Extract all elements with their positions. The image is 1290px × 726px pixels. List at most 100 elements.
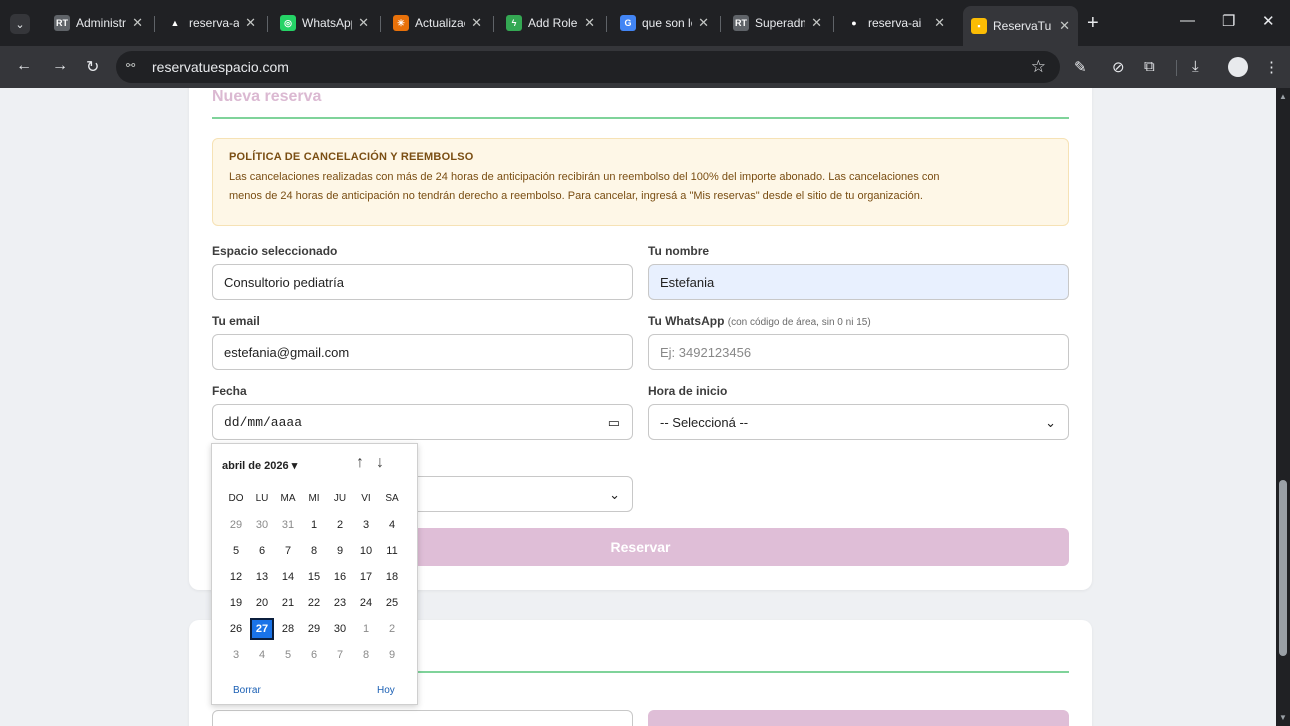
calendar-day[interactable]: 4 bbox=[380, 514, 404, 536]
browser-tab[interactable]: ✳ Actualizac ✕ bbox=[385, 8, 490, 38]
calendar-icon[interactable]: ▭ bbox=[608, 415, 620, 431]
month-selector[interactable]: abril de 2026 ▾ bbox=[222, 459, 297, 472]
calendar-day[interactable]: 22 bbox=[302, 592, 326, 614]
calendar-day[interactable]: 11 bbox=[380, 540, 404, 562]
browser-toolbar: ← → ↻ ⚯ reservatuespacio.com ☆ ✎ ⊘ ⧉ ⤓ ⋮ bbox=[0, 46, 1290, 88]
scroll-up-icon[interactable]: ▲ bbox=[1279, 92, 1287, 101]
espacio-field[interactable]: Consultorio pediatría bbox=[212, 264, 633, 300]
calendar-day[interactable]: 18 bbox=[380, 566, 404, 588]
tab-favicon-icon: ● bbox=[846, 15, 862, 31]
calendar-day[interactable]: 29 bbox=[224, 514, 248, 536]
browser-tab[interactable]: RT Superadm ✕ bbox=[725, 8, 830, 38]
nombre-input[interactable]: Estefania bbox=[648, 264, 1069, 300]
calendar-day[interactable]: 8 bbox=[302, 540, 326, 562]
calendar-day[interactable]: 3 bbox=[224, 644, 248, 666]
today-button[interactable]: Hoy bbox=[377, 685, 395, 696]
browser-tab[interactable]: RT Administr ✕ bbox=[46, 8, 151, 38]
calendar-day-selected[interactable]: 27 bbox=[250, 618, 274, 640]
calendar-day[interactable]: 12 bbox=[224, 566, 248, 588]
calendar-day[interactable]: 5 bbox=[224, 540, 248, 562]
calendar-day[interactable]: 28 bbox=[276, 618, 300, 640]
tab-search-chevron-icon[interactable]: ⌄ bbox=[10, 14, 30, 34]
back-icon[interactable]: ← bbox=[16, 57, 32, 75]
reload-icon[interactable]: ↻ bbox=[86, 57, 99, 77]
compass-icon[interactable]: ⊘ bbox=[1112, 58, 1125, 76]
calendar-day[interactable]: 30 bbox=[328, 618, 352, 640]
close-tab-icon[interactable]: ✕ bbox=[245, 15, 256, 31]
calendar-day[interactable]: 25 bbox=[380, 592, 404, 614]
calendar-day[interactable]: 9 bbox=[380, 644, 404, 666]
browser-tab[interactable]: ϟ Add Role ✕ bbox=[498, 8, 603, 38]
close-tab-icon[interactable]: ✕ bbox=[584, 15, 595, 31]
calendar-day[interactable]: 8 bbox=[354, 644, 378, 666]
calendar-day[interactable]: 30 bbox=[250, 514, 274, 536]
clear-date-button[interactable]: Borrar bbox=[233, 685, 261, 696]
close-window-icon[interactable]: ✕ bbox=[1262, 12, 1275, 30]
calendar-day[interactable]: 21 bbox=[276, 592, 300, 614]
calendar-day[interactable]: 9 bbox=[328, 540, 352, 562]
calendar-day[interactable]: 1 bbox=[354, 618, 378, 640]
close-tab-icon[interactable]: ✕ bbox=[934, 15, 945, 31]
tab-title: reserva-ai bbox=[868, 16, 922, 30]
close-tab-icon[interactable]: ✕ bbox=[132, 15, 143, 31]
page-scrollbar[interactable]: ▲ ▼ bbox=[1276, 88, 1290, 726]
calendar-day[interactable]: 7 bbox=[276, 540, 300, 562]
calendar-day[interactable]: 15 bbox=[302, 566, 326, 588]
calendar-day[interactable]: 2 bbox=[380, 618, 404, 640]
calendar-day[interactable]: 1 bbox=[302, 514, 326, 536]
calendar-day[interactable]: 5 bbox=[276, 644, 300, 666]
new-tab-button[interactable]: + bbox=[1087, 12, 1099, 35]
close-tab-icon[interactable]: ✕ bbox=[811, 15, 822, 31]
next-month-icon[interactable]: ↓ bbox=[376, 454, 396, 471]
browser-tab[interactable]: ● reserva-ai ✕ bbox=[838, 8, 953, 38]
calendar-day[interactable]: 2 bbox=[328, 514, 352, 536]
calendar-day[interactable]: 20 bbox=[250, 592, 274, 614]
previous-month-icon[interactable]: ↑ bbox=[356, 454, 376, 471]
site-info-icon[interactable]: ⚯ bbox=[126, 59, 148, 75]
close-tab-icon[interactable]: ✕ bbox=[358, 15, 369, 31]
second-card-field[interactable] bbox=[212, 710, 633, 726]
close-tab-icon[interactable]: ✕ bbox=[1059, 18, 1070, 34]
calendar-day[interactable]: 24 bbox=[354, 592, 378, 614]
restore-icon[interactable]: ❐ bbox=[1222, 12, 1235, 30]
calendar-day[interactable]: 31 bbox=[276, 514, 300, 536]
second-card-button[interactable] bbox=[648, 710, 1069, 726]
menu-icon[interactable]: ⋮ bbox=[1264, 58, 1279, 76]
calendar-day[interactable]: 19 bbox=[224, 592, 248, 614]
browser-tab[interactable]: ▪ ReservaTu ✕ bbox=[963, 6, 1078, 46]
calendar-day[interactable]: 14 bbox=[276, 566, 300, 588]
scroll-thumb[interactable] bbox=[1279, 480, 1287, 656]
calendar-day[interactable]: 23 bbox=[328, 592, 352, 614]
eyedropper-icon[interactable]: ✎ bbox=[1074, 58, 1087, 76]
whatsapp-input[interactable]: Ej: 3492123456 bbox=[648, 334, 1069, 370]
scroll-down-icon[interactable]: ▼ bbox=[1279, 713, 1287, 722]
fecha-input[interactable]: dd/mm/aaaa ▭ bbox=[212, 404, 633, 440]
calendar-day[interactable]: 17 bbox=[354, 566, 378, 588]
forward-icon[interactable]: → bbox=[52, 57, 68, 75]
calendar-day[interactable]: 6 bbox=[302, 644, 326, 666]
browser-tab[interactable]: ◎ WhatsApp ✕ bbox=[272, 8, 377, 38]
hora-select[interactable]: -- Seleccioná -- ⌄ bbox=[648, 404, 1069, 440]
calendar-day[interactable]: 10 bbox=[354, 540, 378, 562]
browser-tab[interactable]: ▲ reserva-ai ✕ bbox=[159, 8, 264, 38]
minimize-icon[interactable]: — bbox=[1180, 12, 1195, 29]
browser-tab[interactable]: Gque son lo ✕ bbox=[612, 8, 717, 38]
calendar-day[interactable]: 16 bbox=[328, 566, 352, 588]
calendar-day[interactable]: 29 bbox=[302, 618, 326, 640]
profile-avatar[interactable] bbox=[1228, 57, 1248, 77]
calendar-day[interactable]: 6 bbox=[250, 540, 274, 562]
bookmark-star-icon[interactable]: ☆ bbox=[1031, 57, 1046, 77]
email-input[interactable]: estefania@gmail.com bbox=[212, 334, 633, 370]
close-tab-icon[interactable]: ✕ bbox=[698, 15, 709, 31]
calendar-day[interactable]: 3 bbox=[354, 514, 378, 536]
calendar-day[interactable]: 4 bbox=[250, 644, 274, 666]
extensions-icon[interactable]: ⧉ bbox=[1144, 58, 1155, 75]
close-tab-icon[interactable]: ✕ bbox=[471, 15, 482, 31]
address-bar[interactable]: ⚯ reservatuespacio.com ☆ bbox=[116, 51, 1060, 83]
calendar-day[interactable]: 26 bbox=[224, 618, 248, 640]
hora-label: Hora de inicio bbox=[648, 384, 728, 398]
calendar-day[interactable]: 13 bbox=[250, 566, 274, 588]
download-icon[interactable]: ⤓ bbox=[1192, 58, 1199, 75]
tab-title: Administr bbox=[76, 16, 127, 30]
calendar-day[interactable]: 7 bbox=[328, 644, 352, 666]
